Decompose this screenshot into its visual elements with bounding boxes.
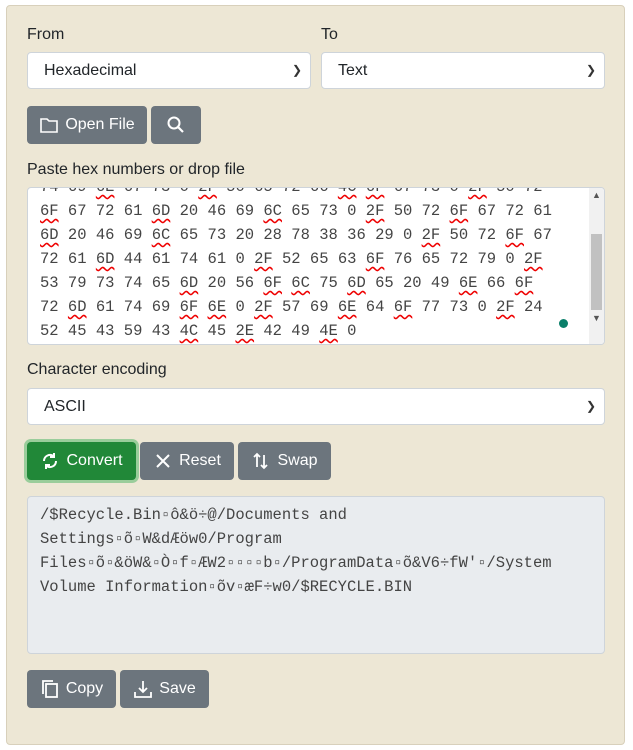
hex-line: 6F 67 72 61 6D 20 46 69 6C 65 73 0 2F 50… — [40, 202, 552, 220]
output-content: /$Recycle.Bin▫ô&ö÷@/Documents and Settin… — [40, 506, 561, 596]
copy-button[interactable]: Copy — [27, 670, 116, 708]
save-button[interactable]: Save — [120, 670, 209, 708]
search-icon — [167, 116, 184, 133]
hex-line: 74 69 6E 67 73 0 2F 50 65 72 66 4C 6F 67… — [40, 187, 543, 196]
scroll-up-icon[interactable]: ▲ — [592, 190, 601, 200]
chevron-down-icon: ❯ — [585, 63, 596, 77]
refresh-icon — [43, 453, 58, 469]
output-text[interactable]: /$Recycle.Bin▫ô&ö÷@/Documents and Settin… — [27, 496, 605, 654]
to-label: To — [321, 26, 338, 43]
hex-line: 53 79 73 74 65 6D 20 56 6F 6C 75 6D 65 2… — [40, 274, 534, 292]
from-selected: Hexadecimal — [44, 62, 137, 79]
scrollbar[interactable]: ▲ ▼ — [589, 188, 604, 344]
hex-line: 52 45 43 59 43 4C 45 2E 42 49 4E 0 — [40, 322, 357, 340]
copy-icon — [41, 680, 58, 698]
folder-icon — [40, 118, 59, 133]
close-icon — [156, 454, 170, 468]
open-file-label: Open File — [65, 116, 135, 133]
hex-input-text[interactable]: 74 69 6E 67 73 0 2F 50 65 72 66 4C 6F 67… — [40, 187, 590, 343]
to-selected: Text — [338, 62, 368, 79]
reset-label: Reset — [179, 452, 221, 469]
hex-line: 6D 20 46 69 6C 65 73 20 28 78 38 36 29 0… — [40, 226, 552, 244]
from-label: From — [27, 26, 65, 43]
encoding-selected: ASCII — [44, 398, 86, 415]
convert-label: Convert — [66, 452, 123, 469]
convert-button[interactable]: Convert — [27, 442, 136, 480]
search-button[interactable] — [151, 106, 201, 144]
swap-label: Swap — [277, 452, 318, 469]
scroll-down-icon[interactable]: ▼ — [592, 313, 601, 323]
chevron-down-icon: ❯ — [585, 399, 596, 413]
chevron-down-icon: ❯ — [291, 63, 302, 77]
reset-button[interactable]: Reset — [140, 442, 234, 480]
encoding-label: Character encoding — [27, 361, 167, 378]
scrollbar-thumb[interactable] — [591, 234, 602, 310]
to-select[interactable]: Text ❯ — [321, 52, 605, 89]
copy-label: Copy — [65, 680, 104, 697]
hex-line: 72 6D 61 74 69 6F 6E 0 2F 57 69 6E 64 6F… — [40, 298, 543, 316]
hex-input[interactable]: 74 69 6E 67 73 0 2F 50 65 72 66 4C 6F 67… — [27, 187, 605, 345]
from-select[interactable]: Hexadecimal ❯ — [27, 52, 311, 89]
swap-button[interactable]: Swap — [238, 442, 331, 480]
status-dot — [559, 319, 568, 328]
open-file-button[interactable]: Open File — [27, 106, 147, 144]
input-label: Paste hex numbers or drop file — [27, 161, 245, 178]
encoding-select[interactable]: ASCII ❯ — [27, 388, 605, 425]
swap-icon — [253, 452, 269, 470]
hex-line: 72 61 6D 44 61 74 61 0 2F 52 65 63 6F 76… — [40, 250, 543, 268]
download-icon — [134, 681, 153, 698]
save-label: Save — [159, 680, 196, 697]
